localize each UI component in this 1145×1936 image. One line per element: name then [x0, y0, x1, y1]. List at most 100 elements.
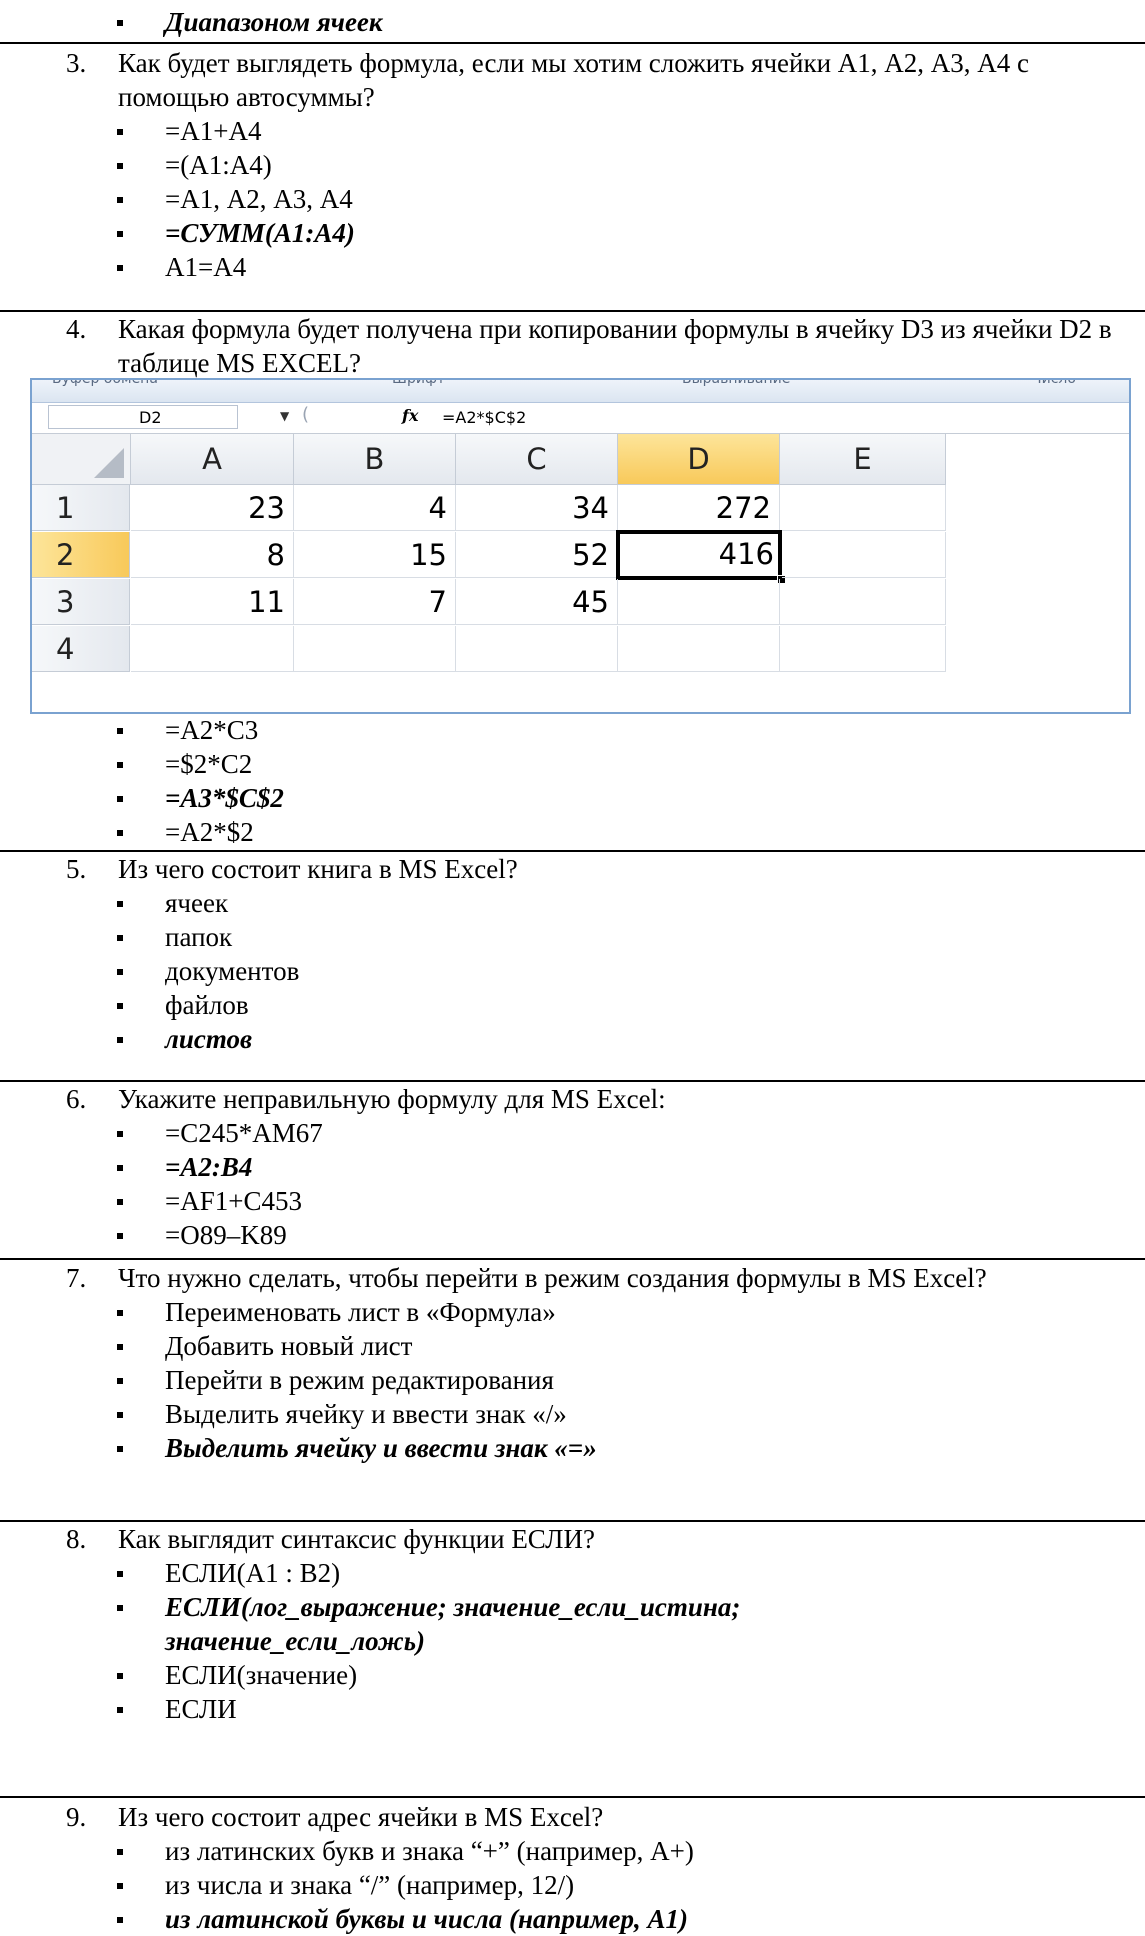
bullet-icon — [117, 1412, 123, 1418]
question-3: 3. Как будет выглядеть формула, если мы … — [0, 46, 1145, 284]
option: =(А1:А4) — [0, 148, 1145, 182]
bullet-icon — [117, 1571, 123, 1577]
bullet-icon — [117, 1344, 123, 1350]
option: ЕСЛИ(А1 : В2) — [0, 1556, 1145, 1590]
question-number: 6. — [66, 1084, 87, 1114]
cell-a4 — [131, 626, 294, 672]
answer-option: =A2:B4 — [0, 1150, 1145, 1184]
cell-d1: 272 — [618, 485, 780, 531]
option: =O89–K89 — [0, 1218, 1145, 1252]
cell-c3: 45 — [456, 579, 618, 625]
option: Перейти в режим редактирования — [0, 1363, 1145, 1397]
bullet-icon — [117, 197, 123, 203]
formula-text: =A2*$C$2 — [442, 408, 527, 427]
bullet-icon — [117, 830, 123, 836]
option: из числа и знака “/” (например, 12/) — [0, 1868, 1145, 1902]
bullet-icon — [117, 935, 123, 941]
question-4: 4. Какая формула будет получена при копи… — [0, 312, 1145, 380]
bullet-icon — [117, 20, 123, 26]
column-header-e: E — [780, 434, 946, 485]
bullet-icon — [117, 1233, 123, 1239]
bullet-icon — [117, 1849, 123, 1855]
bullet-icon — [117, 1605, 123, 1611]
option: =A2*C3 — [0, 713, 1145, 747]
option: =А1+А4 — [0, 114, 1145, 148]
column-header-c: C — [456, 434, 618, 485]
ribbon-group-label: Выравнивание — [682, 378, 791, 387]
option: =$2*C2 — [0, 747, 1145, 781]
bullet-icon — [117, 1199, 123, 1205]
column-header-d: D — [618, 434, 780, 485]
question-text: 8. Как выглядит синтаксис функции ЕСЛИ? — [66, 1524, 595, 1554]
cell-b2: 15 — [294, 532, 456, 578]
row-header-4: 4 — [32, 626, 130, 672]
cell-e3 — [780, 579, 946, 625]
question-text: 5. Из чего состоит книга в MS Excel? — [66, 854, 518, 884]
question-9: 9. Из чего состоит адрес ячейки в MS Exc… — [0, 1800, 1145, 1936]
cell-b1: 4 — [294, 485, 456, 531]
name-box: D2 — [48, 405, 238, 429]
corner-triangle-icon — [94, 448, 124, 478]
bullet-icon — [117, 1917, 123, 1923]
cell-a1: 23 — [131, 485, 294, 531]
bullet-icon — [117, 1378, 123, 1384]
document-page: Диапазоном ячеек 3. Как будет выглядеть … — [0, 0, 1145, 1934]
answer-option: листов — [0, 1022, 1145, 1056]
bullet-icon — [117, 231, 123, 237]
bullet-icon — [117, 129, 123, 135]
answer-option: ЕСЛИ(лог_выражение; значение_если_истина… — [0, 1590, 895, 1658]
answer-option: Выделить ячейку и ввести знак «=» — [0, 1431, 1145, 1465]
cell-c2: 52 — [456, 532, 618, 578]
option: А1=А4 — [0, 250, 1145, 284]
question-number: 8. — [66, 1524, 87, 1554]
question-text: 3. Как будет выглядеть формула, если мы … — [66, 48, 1030, 112]
bullet-icon — [117, 1707, 123, 1713]
option: Выделить ячейку и ввести знак «/» — [0, 1397, 1145, 1431]
formula-bar: D2 ▼ ( fx =A2*$C$2 — [32, 403, 1129, 434]
bullet-icon — [117, 1003, 123, 1009]
function-icon: fx — [402, 406, 419, 425]
question-text: 9. Из чего состоит адрес ячейки в MS Exc… — [66, 1802, 604, 1832]
bullet-icon — [117, 1037, 123, 1043]
ribbon-group-label: Число — [1032, 378, 1076, 387]
question-number: 3. — [66, 48, 87, 78]
bullet-icon — [117, 1446, 123, 1452]
cancel-paren-icon: ( — [302, 404, 310, 425]
cell-e4 — [780, 626, 946, 672]
excel-screenshot: Буфер обмена Шрифт Выравнивание Число D2… — [30, 378, 1131, 714]
option: файлов — [0, 988, 1145, 1022]
option: из латинских букв и знака “+” (например,… — [0, 1834, 1145, 1868]
cell-b4 — [294, 626, 456, 672]
row-header-3: 3 — [32, 579, 130, 625]
question-8: 8. Как выглядит синтаксис функции ЕСЛИ? … — [0, 1522, 1145, 1726]
question-6: 6. Укажите неправильную формулу для MS E… — [0, 1082, 1145, 1252]
question-number: 7. — [66, 1263, 87, 1293]
question-number: 5. — [66, 854, 87, 884]
bullet-icon — [117, 163, 123, 169]
question-4-options: =A2*C3 =$2*C2 =A3*$C$2 =A2*$2 — [0, 713, 1145, 849]
cell-a2: 8 — [131, 532, 294, 578]
option: Переименовать лист в «Формула» — [0, 1295, 1145, 1329]
ribbon-group-label: Буфер обмена — [52, 378, 158, 387]
answer-option: =СУММ(А1:А4) — [0, 216, 1145, 250]
option: папок — [0, 920, 1145, 954]
cell-b3: 7 — [294, 579, 456, 625]
question-text: 7. Что нужно сделать, чтобы перейти в ре… — [66, 1263, 987, 1293]
select-all-corner — [32, 434, 131, 485]
option: документов — [0, 954, 1145, 988]
question-text: 6. Укажите неправильную формулу для MS E… — [66, 1084, 666, 1114]
chevron-down-icon: ▼ — [280, 409, 290, 423]
bullet-icon — [117, 1883, 123, 1889]
option: ЕСЛИ — [0, 1692, 1145, 1726]
bullet-icon — [117, 1310, 123, 1316]
row-header-2: 2 — [32, 532, 130, 578]
option: =C245*AM67 — [0, 1116, 1145, 1150]
cell-e1 — [780, 485, 946, 531]
cell-d4 — [618, 626, 780, 672]
answer-option: =A3*$C$2 — [0, 781, 1145, 815]
option: =AF1+C453 — [0, 1184, 1145, 1218]
bullet-icon — [117, 728, 123, 734]
question-number: 4. — [66, 314, 87, 344]
column-header-b: B — [294, 434, 456, 485]
cell-a3: 11 — [131, 579, 294, 625]
